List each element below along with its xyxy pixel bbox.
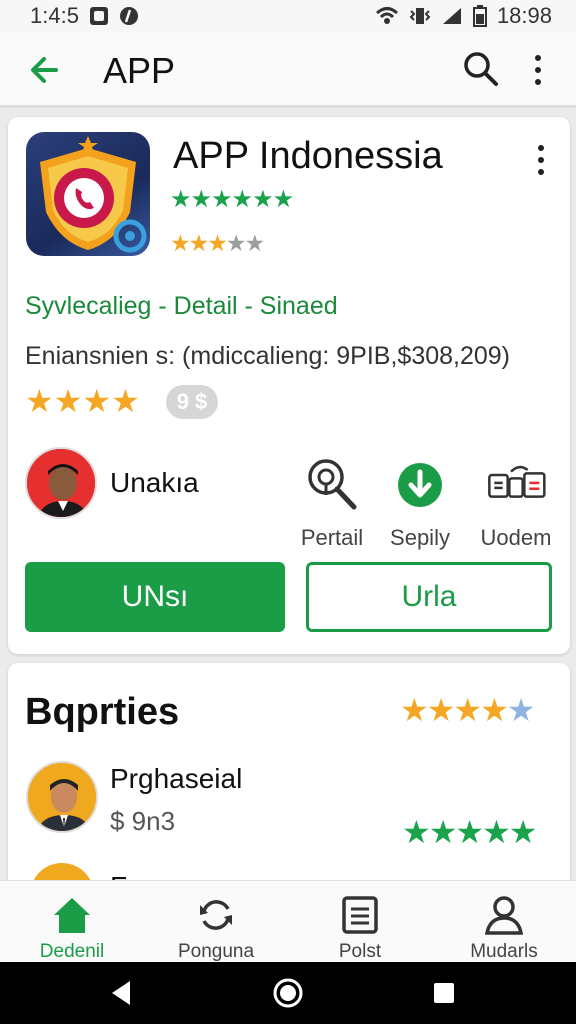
- system-recents-icon[interactable]: [428, 977, 460, 1009]
- bottom-navigation: Dedenil Ponguna Polst Mudarls: [0, 880, 576, 962]
- person-icon: [482, 893, 526, 937]
- mixed-stars: ★★★★★: [170, 230, 265, 257]
- back-arrow-icon[interactable]: [26, 52, 62, 88]
- status-time-left: 1:4:5: [30, 3, 79, 28]
- nav-item-posts[interactable]: Polst: [288, 881, 432, 963]
- avatar[interactable]: [26, 761, 98, 833]
- price-badge: 9 $: [166, 385, 218, 419]
- signal-icon: [441, 6, 463, 26]
- mixed-stars-empty: ★★: [225, 230, 265, 256]
- system-back-icon[interactable]: [106, 977, 138, 1009]
- app-details-card: APP Indonessia ★★★★★★ ★★★★★ Syvlecalieg …: [8, 117, 570, 654]
- list-item-stars: ★★★★★: [402, 814, 537, 850]
- magnifier-pin-icon: [302, 455, 362, 515]
- more-options-icon[interactable]: [528, 52, 548, 88]
- vibrate-icon: [409, 6, 431, 26]
- app-name: APP Indonessia: [173, 135, 443, 177]
- nav-item-home[interactable]: Dedenil: [0, 881, 144, 963]
- action-label: Sepily: [390, 525, 450, 550]
- card-more-icon[interactable]: [534, 145, 548, 175]
- nav-item-profile[interactable]: Mudarls: [432, 881, 576, 963]
- section-stars: ★★★★★: [400, 691, 536, 729]
- nav-item-sync[interactable]: Ponguna: [144, 881, 288, 963]
- install-button[interactable]: UNsı: [25, 562, 285, 632]
- action-pertail[interactable]: Pertail: [284, 455, 380, 555]
- search-icon[interactable]: [462, 50, 500, 88]
- action-uodem[interactable]: Uodem: [468, 455, 564, 555]
- section-title: Bqprties: [25, 691, 180, 733]
- mixed-stars-filled: ★★★: [170, 230, 228, 256]
- battery-icon: [472, 5, 487, 27]
- action-sepily[interactable]: Sepily: [372, 455, 468, 555]
- open-button[interactable]: Urla: [306, 562, 552, 632]
- nav-label: Mudarls: [470, 941, 538, 962]
- app-bar: APP: [0, 32, 576, 108]
- list-item-name: Prghaseial: [110, 763, 243, 794]
- nav-label: Ponguna: [177, 941, 255, 962]
- devices-icon: [486, 455, 546, 515]
- system-navigation-bar: [0, 962, 576, 1024]
- action-label: Uodem: [480, 525, 552, 550]
- page-title: APP: [103, 50, 176, 91]
- list-item-price: $ 9n3: [110, 806, 176, 836]
- app-description: Eniansnien s: (mdiccalieng: 9PIB,$308,20…: [25, 342, 511, 370]
- action-label: Pertail: [300, 525, 364, 550]
- download-icon: [390, 455, 450, 515]
- section-stars-last: ★: [506, 692, 536, 728]
- status-bar: 1:4:5 18:98: [0, 0, 576, 32]
- document-icon: [338, 893, 382, 937]
- home-icon: [50, 893, 94, 937]
- rating-stars: ★★★★: [25, 383, 140, 419]
- user-name: Unakıa: [110, 467, 199, 498]
- system-home-icon[interactable]: [272, 977, 304, 1009]
- green-stars: ★★★★★★: [170, 186, 294, 213]
- app-categories[interactable]: Syvlecalieg - Detail - Sinaed: [25, 292, 338, 321]
- nav-label: Dedenil: [39, 941, 105, 962]
- wifi-icon: [375, 6, 399, 26]
- avatar[interactable]: [25, 447, 97, 519]
- nav-label: Polst: [338, 941, 382, 962]
- app-status-icon: [119, 6, 139, 26]
- app-logo-icon: [26, 132, 150, 256]
- status-time-right: 18:98: [496, 3, 552, 28]
- sync-icon: [194, 893, 238, 937]
- reviews-card: Bqprties ★★★★★ Prghaseial $ 9n3 ★★★★★ F: [8, 663, 570, 903]
- notification-icon: [89, 6, 109, 26]
- section-stars-filled: ★★★★: [400, 692, 509, 728]
